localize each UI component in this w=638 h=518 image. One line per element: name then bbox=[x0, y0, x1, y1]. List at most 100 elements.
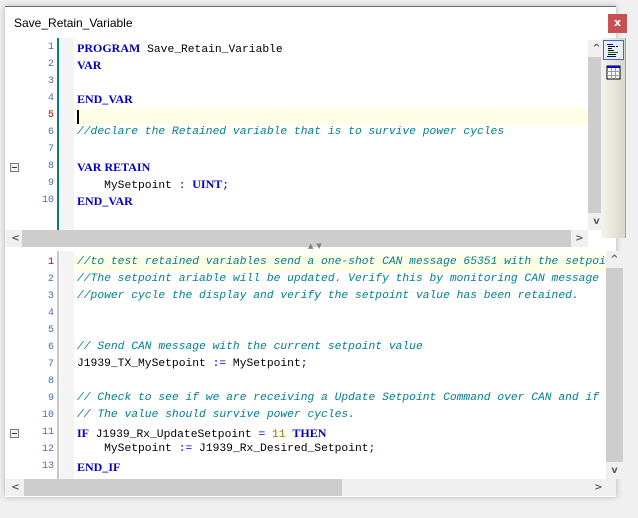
code-line[interactable]: //power cycle the display and verify the… bbox=[77, 290, 579, 302]
code-line[interactable]: J1939_TX_MySetpoint := MySetpoint; bbox=[77, 358, 308, 370]
close-icon: x bbox=[613, 16, 622, 29]
comment-token: //declare the Retained variable that is … bbox=[77, 126, 505, 138]
code-line[interactable]: //The setpoint ariable will be updated. … bbox=[77, 273, 599, 285]
line-number: 2 bbox=[47, 274, 54, 285]
line-number: 9 bbox=[47, 178, 54, 189]
table-view-icon bbox=[606, 65, 621, 80]
line-number: 10 bbox=[41, 410, 54, 421]
keyword-token: PROGRAM bbox=[77, 41, 141, 55]
text-caret bbox=[77, 110, 79, 124]
table-view-button[interactable] bbox=[603, 63, 623, 82]
code-line[interactable]: // Check to see if we are receiving a Up… bbox=[77, 392, 599, 404]
code-line[interactable]: // The value should survive power cycles… bbox=[77, 409, 355, 421]
code-line[interactable]: VAR RETAIN bbox=[77, 160, 150, 175]
code-token: J1939_Rx_UpdateSetpoint bbox=[89, 429, 259, 441]
operator-token: ; bbox=[300, 358, 308, 370]
margin-strip bbox=[60, 38, 74, 230]
comment-token: //power cycle the display and verify the… bbox=[77, 290, 579, 302]
operator-token: := bbox=[178, 443, 193, 455]
line-number: 2 bbox=[47, 59, 54, 70]
code-token: Save_Retain_Variable bbox=[140, 44, 283, 56]
line-number: 4 bbox=[47, 308, 54, 319]
scroll-right-arrow[interactable]: > bbox=[571, 230, 588, 247]
implementation-vertical-scrollbar[interactable]: ^ v bbox=[606, 251, 623, 479]
margin-strip bbox=[60, 251, 74, 479]
close-button[interactable]: x bbox=[608, 14, 627, 33]
line-number: 12 bbox=[41, 444, 54, 455]
code-line[interactable]: //to test retained variables send a one-… bbox=[77, 256, 606, 268]
keyword-token: UINT bbox=[192, 177, 223, 191]
view-toolbar bbox=[601, 38, 626, 238]
keyword-token: END_IF bbox=[77, 460, 121, 474]
line-number: 1 bbox=[47, 257, 54, 268]
keyword-token: VAR bbox=[77, 58, 102, 72]
editor-window: Save_Retain_Variable 1 PROGRAM Save_Retai… bbox=[5, 6, 623, 497]
line-number: 7 bbox=[47, 144, 54, 155]
line-number: 10 bbox=[41, 195, 54, 206]
operator-token: ; bbox=[368, 443, 376, 455]
title-bar: Save_Retain_Variable bbox=[5, 7, 616, 38]
keyword-token: VAR RETAIN bbox=[77, 160, 151, 174]
pane-splitter[interactable]: ▲▼ bbox=[308, 242, 325, 250]
code-line[interactable]: IF J1939_Rx_UpdateSetpoint = 11 THEN bbox=[77, 426, 326, 441]
code-token: MySetpoint bbox=[77, 180, 179, 192]
line-number: 3 bbox=[47, 76, 54, 87]
code-line[interactable]: PROGRAM Save_Retain_Variable bbox=[77, 41, 283, 56]
scroll-down-arrow[interactable]: v bbox=[606, 462, 623, 479]
code-line[interactable]: END_VAR bbox=[77, 194, 133, 209]
number-token: 11 bbox=[272, 429, 286, 441]
scrollbar-thumb[interactable] bbox=[606, 268, 623, 462]
line-number: 5 bbox=[47, 325, 54, 336]
code-line[interactable]: END_IF bbox=[77, 460, 120, 475]
keyword-token: THEN bbox=[292, 426, 327, 440]
splitter-down-icon[interactable]: ▼ bbox=[316, 242, 324, 250]
operator-token: := bbox=[212, 358, 227, 370]
line-number: 9 bbox=[47, 393, 54, 404]
implementation-horizontal-scrollbar[interactable]: < > bbox=[5, 479, 616, 496]
collapse-fold-icon[interactable] bbox=[10, 163, 19, 172]
collapse-fold-icon[interactable] bbox=[10, 429, 19, 438]
code-token: MySetpoint bbox=[226, 358, 301, 370]
code-token: J1939_Rx_Desired_Setpoint bbox=[192, 443, 369, 455]
line-number: 4 bbox=[47, 93, 54, 104]
text-view-button[interactable] bbox=[603, 40, 624, 60]
gutter-divider bbox=[57, 251, 59, 479]
declaration-editor[interactable]: 1 PROGRAM Save_Retain_Variable 2 VAR 3 4 END_V… bbox=[5, 38, 588, 230]
scrollbar-thumb[interactable] bbox=[22, 230, 571, 247]
scroll-right-arrow[interactable]: > bbox=[590, 479, 607, 496]
code-line[interactable]: //declare the Retained variable that is … bbox=[77, 126, 504, 138]
scroll-left-arrow[interactable]: < bbox=[7, 479, 24, 496]
line-number: 1 bbox=[47, 42, 54, 53]
line-number: 6 bbox=[47, 342, 54, 353]
text-view-icon bbox=[607, 44, 618, 57]
line-number: 13 bbox=[41, 461, 54, 472]
keyword-token: END_VAR bbox=[77, 92, 133, 106]
operator-token: ; bbox=[222, 180, 230, 192]
comment-token: // The value should survive power cycles… bbox=[77, 409, 355, 421]
scrollbar-thumb[interactable] bbox=[24, 479, 342, 496]
line-number: 3 bbox=[47, 291, 54, 302]
code-line[interactable]: END_VAR bbox=[77, 92, 133, 107]
keyword-token: IF bbox=[77, 426, 89, 440]
line-number: 8 bbox=[47, 376, 54, 387]
gutter-divider bbox=[57, 38, 59, 230]
comment-token: //to test retained variables send a one-… bbox=[77, 256, 606, 268]
comment-token: //The setpoint ariable will be updated. … bbox=[77, 273, 600, 285]
line-number: 7 bbox=[47, 359, 54, 370]
current-line-highlight bbox=[74, 108, 588, 125]
window-title: Save_Retain_Variable bbox=[14, 16, 133, 30]
keyword-token: END_VAR bbox=[77, 194, 133, 208]
line-number: 8 bbox=[47, 161, 54, 172]
implementation-editor[interactable]: 1 //to test retained variables send a one… bbox=[5, 251, 606, 479]
code-line[interactable]: MySetpoint := J1939_Rx_Desired_Setpoint; bbox=[77, 443, 375, 455]
line-number: 6 bbox=[47, 127, 54, 138]
code-line[interactable]: VAR bbox=[77, 58, 101, 73]
scroll-up-arrow[interactable]: ^ bbox=[606, 251, 623, 268]
code-line[interactable]: MySetpoint : UINT; bbox=[77, 177, 229, 192]
code-line[interactable]: // Send CAN message with the current set… bbox=[77, 341, 423, 353]
declaration-horizontal-scrollbar[interactable]: < > bbox=[5, 230, 588, 247]
code-token: MySetpoint bbox=[77, 443, 179, 455]
comment-token: // Send CAN message with the current set… bbox=[77, 341, 423, 353]
line-number: 5 bbox=[47, 110, 54, 121]
code-token: J1939_TX_MySetpoint bbox=[77, 358, 213, 370]
